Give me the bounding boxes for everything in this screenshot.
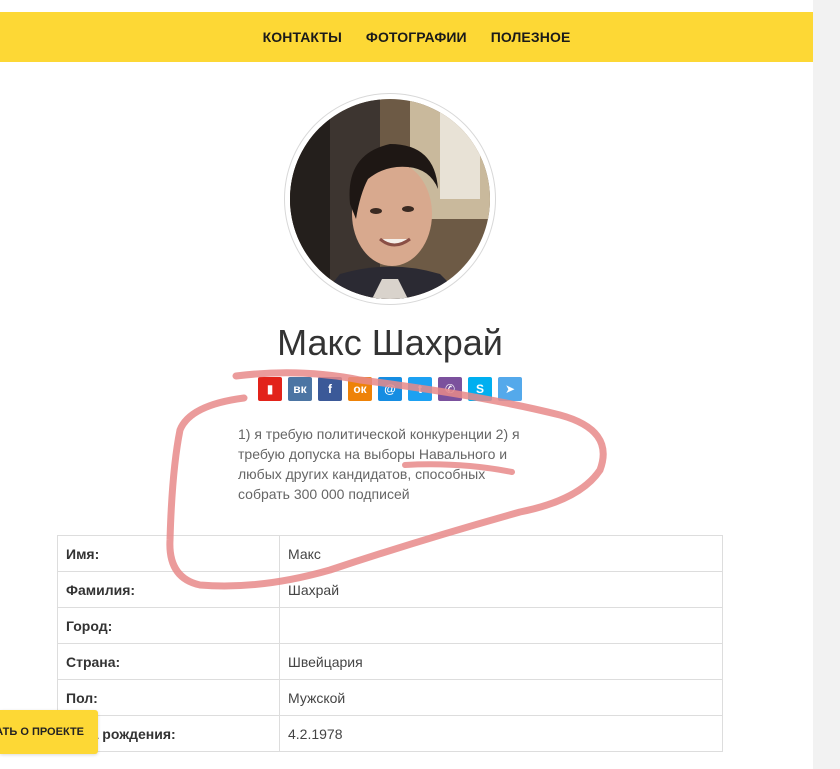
table-row: Дата рождения: 4.2.1978 (57, 715, 723, 752)
row-value: Шахрай (279, 571, 723, 608)
telegram-icon[interactable]: ➤ (498, 377, 522, 401)
nav-photos[interactable]: ФОТОГРАФИИ (354, 29, 479, 45)
nav-menu: КОНТАКТЫ ФОТОГРАФИИ ПОЛЕЗНОЕ (251, 29, 583, 45)
table-row: Имя: Макс (57, 535, 723, 572)
row-value: Мужской (279, 679, 723, 716)
profile-bio: 1) я требую политической конкуренции 2) … (238, 426, 520, 502)
social-share-bar: ▮ вк f ок @ t ✆ S ➤ (258, 377, 522, 401)
table-row: Город: (57, 607, 723, 644)
facebook-icon[interactable]: f (318, 377, 342, 401)
about-project-button[interactable]: РАССКАЗАТЬ О ПРОЕКТЕ (0, 710, 98, 754)
profile-info-table: Имя: Макс Фамилия: Шахрай Город: Страна:… (57, 535, 723, 752)
profile-page: КОНТАКТЫ ФОТОГРАФИИ ПОЛЕЗНОЕ Макс Шахрай… (0, 0, 813, 769)
avatar (290, 99, 490, 299)
row-label: Город: (57, 607, 280, 644)
row-value: Макс (279, 535, 723, 572)
viber-icon[interactable]: ✆ (438, 377, 462, 401)
top-navigation: КОНТАКТЫ ФОТОГРАФИИ ПОЛЕЗНОЕ (0, 12, 813, 62)
row-label: Страна: (57, 643, 280, 680)
row-value (279, 607, 723, 644)
table-row: Страна: Швейцария (57, 643, 723, 680)
nav-contacts[interactable]: КОНТАКТЫ (251, 29, 354, 45)
row-label: Имя: (57, 535, 280, 572)
profile-name: Макс Шахрай (277, 322, 503, 363)
table-row: Фамилия: Шахрай (57, 571, 723, 608)
bookmark-icon[interactable]: ▮ (258, 377, 282, 401)
moimir-icon[interactable]: @ (378, 377, 402, 401)
row-label: Фамилия: (57, 571, 280, 608)
row-value: Швейцария (279, 643, 723, 680)
nav-useful[interactable]: ПОЛЕЗНОЕ (479, 29, 583, 45)
skype-icon[interactable]: S (468, 377, 492, 401)
row-value: 4.2.1978 (279, 715, 723, 752)
odnoklassniki-icon[interactable]: ок (348, 377, 372, 401)
table-row: Пол: Мужской (57, 679, 723, 716)
vk-icon[interactable]: вк (288, 377, 312, 401)
twitter-icon[interactable]: t (408, 377, 432, 401)
